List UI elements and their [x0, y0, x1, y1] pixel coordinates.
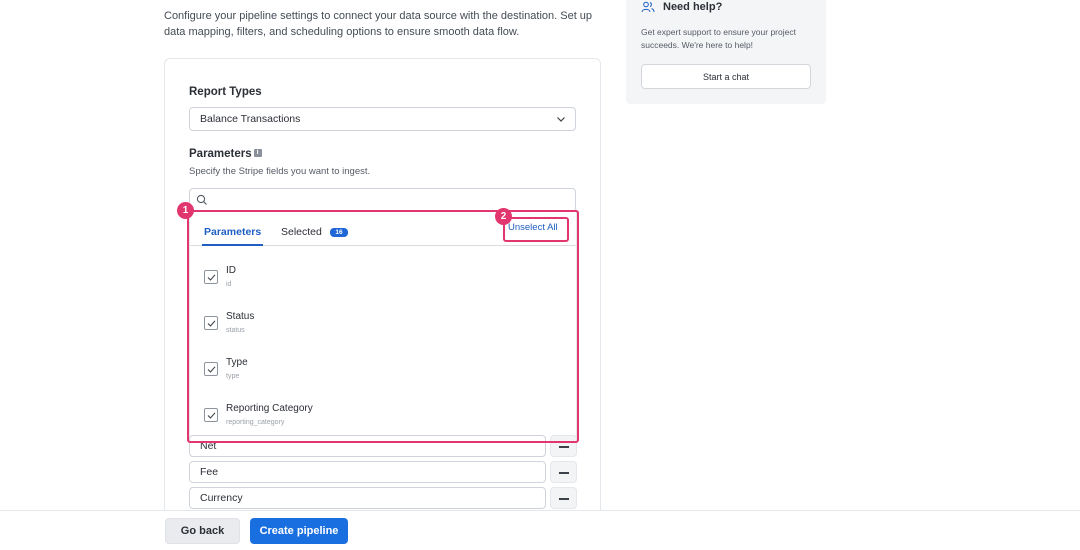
- tab-parameters[interactable]: Parameters: [201, 226, 264, 246]
- parameters-dropdown: Parameters Selected 16 Unselect All ID i…: [189, 210, 577, 442]
- help-panel: Need help? Get expert support to ensure …: [626, 0, 826, 104]
- item-key: type: [226, 373, 240, 380]
- help-title: Need help?: [663, 1, 723, 13]
- checkbox-checked[interactable]: [204, 270, 218, 284]
- tab-selected[interactable]: Selected: [281, 226, 322, 238]
- selected-field-currency[interactable]: Currency: [189, 487, 546, 509]
- report-type-value: Balance Transactions: [200, 113, 301, 125]
- parameters-label: Parameters i: [189, 148, 262, 160]
- remove-field-button[interactable]: [550, 461, 577, 483]
- list-item[interactable]: ID id: [190, 262, 576, 308]
- check-icon: [207, 412, 216, 419]
- list-item[interactable]: Type type: [190, 354, 576, 400]
- parameters-hint: Specify the Stripe fields you want to in…: [189, 166, 371, 177]
- item-key: status: [226, 327, 245, 334]
- item-label: ID: [226, 265, 236, 276]
- annotation-badge-1: 1: [177, 202, 194, 219]
- annotation-badge-2: 2: [495, 208, 512, 225]
- chevron-down-icon: [557, 117, 565, 122]
- item-label: Type: [226, 357, 248, 368]
- report-types-label: Report Types: [189, 86, 262, 98]
- remove-field-button[interactable]: [550, 487, 577, 509]
- checkbox-checked[interactable]: [204, 316, 218, 330]
- selected-field-fee[interactable]: Fee: [189, 461, 546, 483]
- selected-count-badge: 16: [330, 228, 348, 237]
- parameters-label-text: Parameters: [189, 148, 252, 160]
- check-icon: [207, 320, 216, 327]
- start-chat-button[interactable]: Start a chat: [641, 64, 811, 89]
- check-icon: [207, 366, 216, 373]
- check-icon: [207, 274, 216, 281]
- unselect-all-button[interactable]: Unselect All: [508, 222, 558, 233]
- footer-bar: Go back Create pipeline: [0, 510, 1080, 550]
- selected-field-net[interactable]: Net: [189, 435, 546, 457]
- item-key: id: [226, 281, 232, 288]
- checkbox-checked[interactable]: [204, 362, 218, 376]
- report-type-select[interactable]: Balance Transactions: [189, 107, 576, 131]
- users-icon: [641, 1, 655, 13]
- page-description: Configure your pipeline settings to conn…: [164, 10, 593, 38]
- item-label: Reporting Category: [226, 403, 313, 414]
- info-icon[interactable]: i: [253, 149, 262, 157]
- go-back-button[interactable]: Go back: [165, 518, 240, 544]
- help-text: Get expert support to ensure your projec…: [641, 27, 796, 50]
- item-key: reporting_category: [226, 419, 285, 426]
- list-item[interactable]: Status status: [190, 308, 576, 354]
- dropdown-tabs: Parameters Selected 16 Unselect All: [190, 211, 576, 246]
- page: Configure your pipeline settings to conn…: [0, 0, 1080, 550]
- remove-field-button[interactable]: [550, 435, 577, 457]
- checkbox-checked[interactable]: [204, 408, 218, 422]
- parameters-search-input[interactable]: [189, 188, 576, 212]
- create-pipeline-button[interactable]: Create pipeline: [250, 518, 348, 544]
- search-icon: [196, 194, 207, 205]
- item-label: Status: [226, 311, 255, 322]
